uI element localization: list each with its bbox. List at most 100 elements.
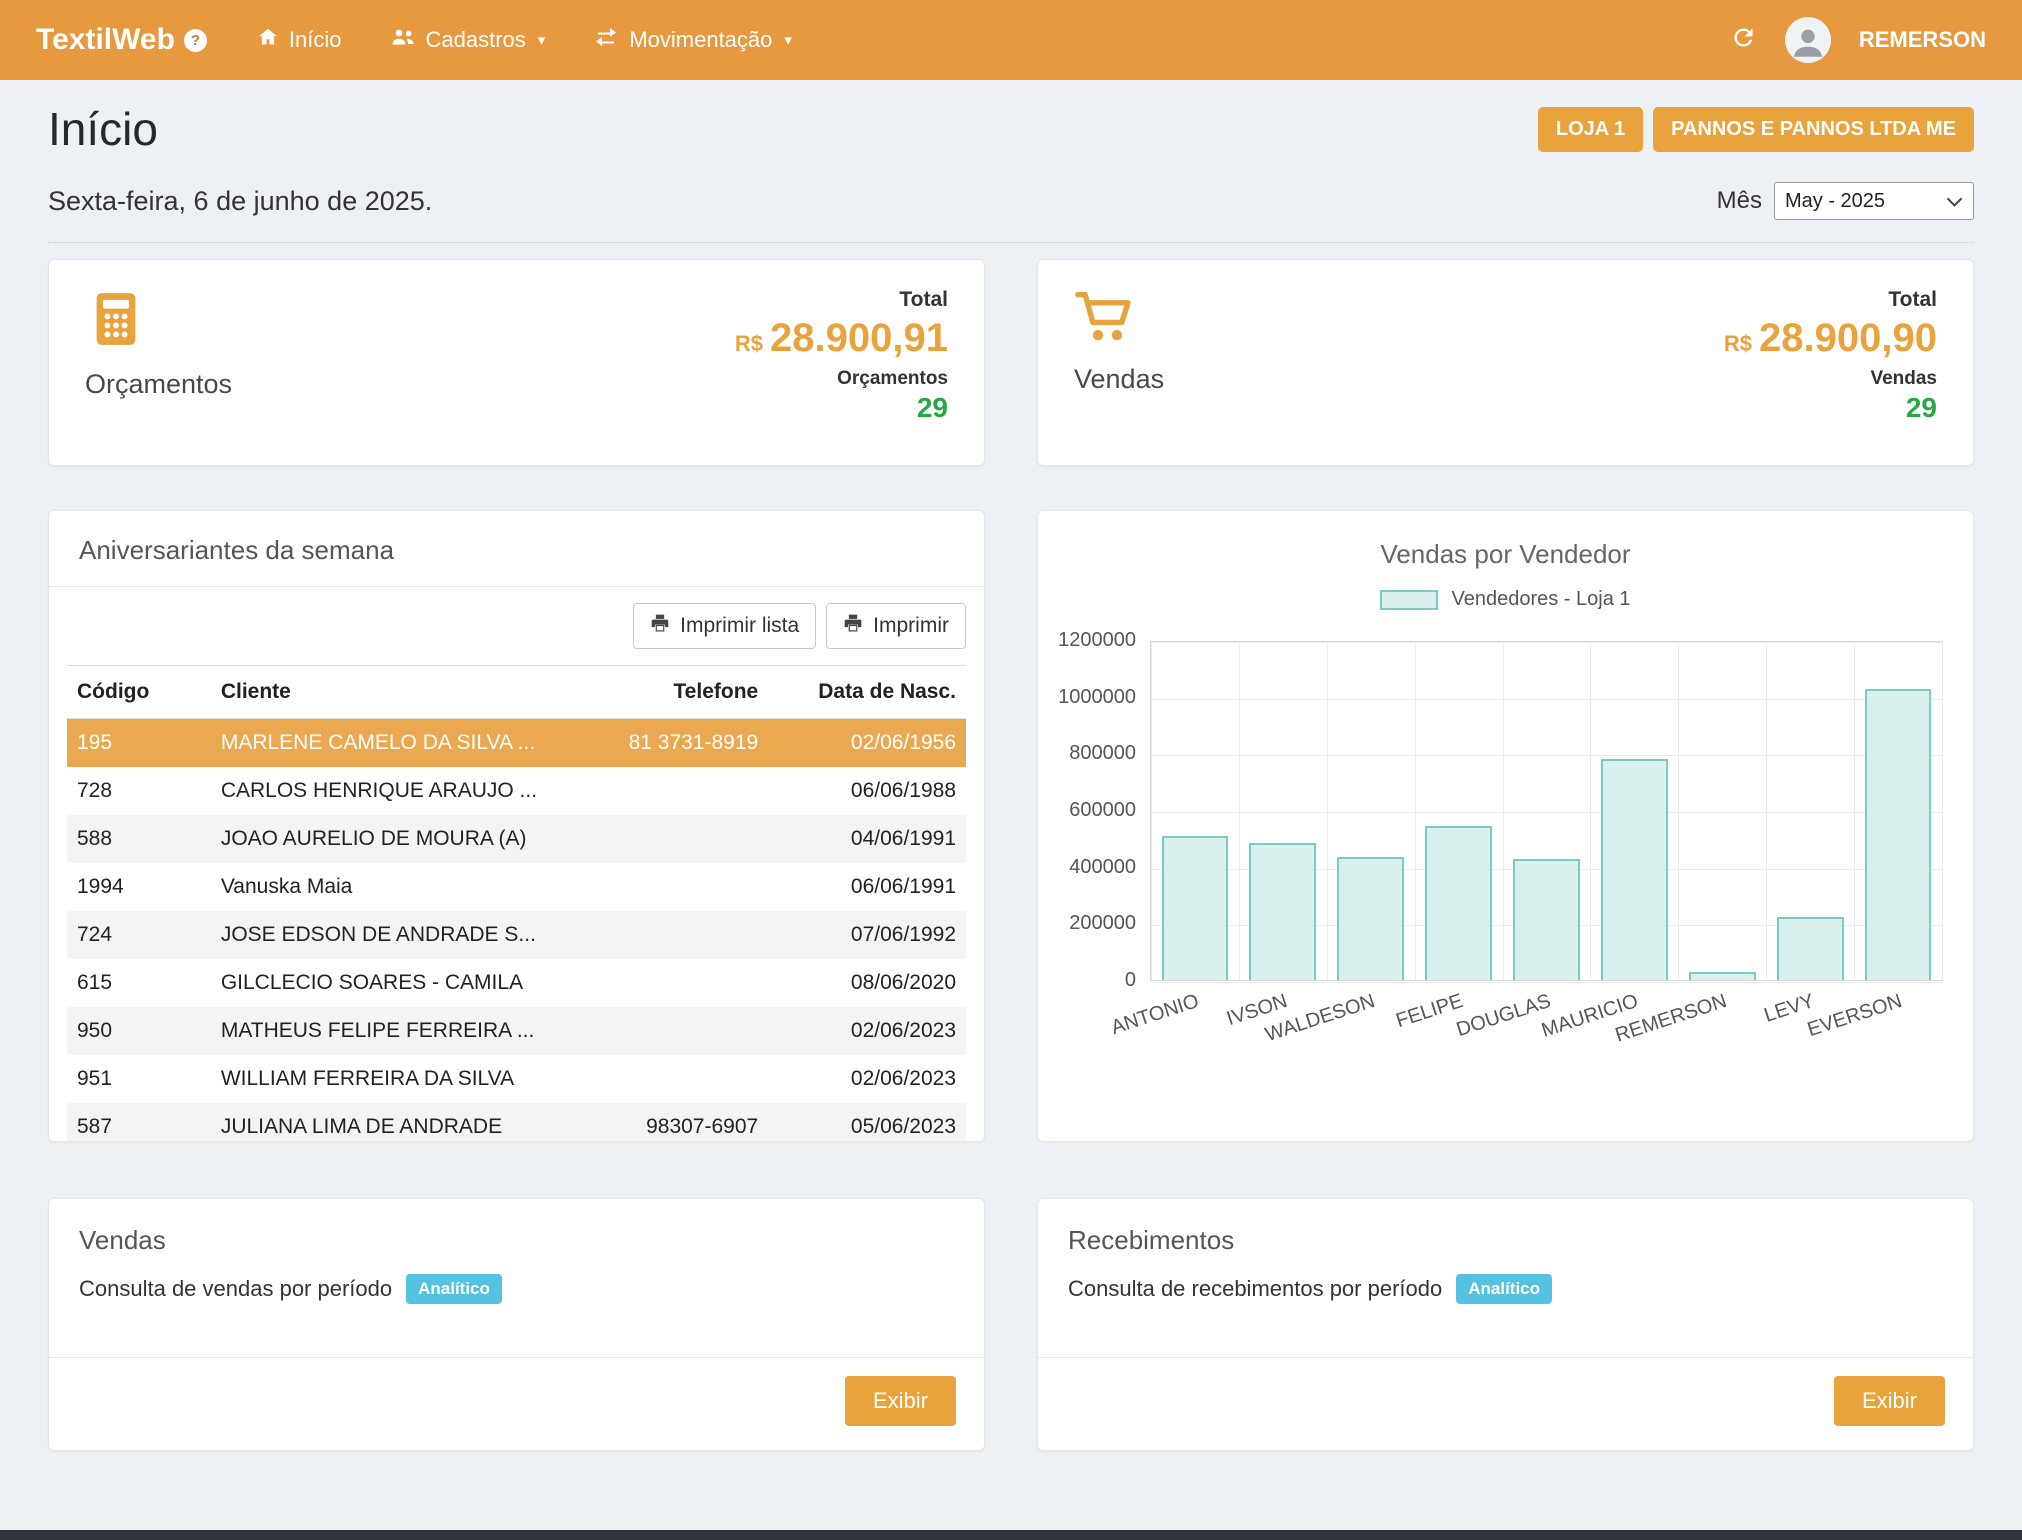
birthdays-card: Aniversariantes da semana Imprimir lista… (48, 510, 985, 1142)
chart-title: Vendas por Vendedor (1038, 539, 1973, 570)
brand-text: TextilWeb (36, 23, 175, 57)
table-row[interactable]: 1994Vanuska Maia06/06/1991 (67, 863, 966, 911)
bar-mauricio (1601, 759, 1668, 980)
bar-levy (1777, 917, 1844, 980)
total-label: Total (899, 288, 948, 312)
total-amount: R$28.900,90 (1724, 317, 1937, 359)
card-description: Consulta de recebimentos por período (1068, 1276, 1442, 1302)
x-tick-label: EVERSON (1805, 990, 1905, 1042)
card-title: Vendas (49, 1199, 984, 1256)
current-date: Sexta-feira, 6 de junho de 2025. (48, 186, 432, 217)
brand[interactable]: TextilWeb ? (36, 23, 207, 57)
table-row[interactable]: 728CARLOS HENRIQUE ARAUJO ...06/06/1988 (67, 767, 966, 815)
print-list-button[interactable]: Imprimir lista (633, 603, 816, 649)
cell-telefone (588, 863, 768, 911)
gridline (1327, 642, 1328, 980)
cell-codigo: 951 (67, 1055, 211, 1103)
gridline (1590, 642, 1591, 980)
gridline (1151, 699, 1942, 700)
x-tick-label: ANTONIO (1109, 990, 1202, 1040)
card-description: Consulta de vendas por período (79, 1276, 392, 1302)
company-button[interactable]: PANNOS E PANNOS LTDA ME (1653, 107, 1974, 152)
person-icon (1789, 22, 1827, 63)
nav-item-inicio[interactable]: Início (257, 26, 342, 54)
help-icon[interactable]: ? (184, 29, 207, 52)
cell-nascimento: 02/06/2023 (768, 1055, 966, 1103)
table-row[interactable]: 195MARLENE CAMELO DA SILVA ...81 3731-89… (67, 719, 966, 768)
y-tick-label: 400000 (1069, 856, 1136, 879)
cell-telefone (588, 911, 768, 959)
gridline (1239, 642, 1240, 980)
birthday-table-body: 195MARLENE CAMELO DA SILVA ...81 3731-89… (67, 719, 966, 1143)
store-button[interactable]: LOJA 1 (1538, 107, 1643, 152)
gridline (1151, 982, 1942, 983)
sales-chart-card: Vendas por Vendedor Vendedores - Loja 1 … (1037, 510, 1974, 1142)
gridline (1151, 812, 1942, 813)
cell-nascimento: 02/06/2023 (768, 1007, 966, 1055)
cell-telefone (588, 815, 768, 863)
exibir-receipts-button[interactable]: Exibir (1834, 1376, 1945, 1426)
nav-label: Movimentação (629, 27, 772, 53)
y-tick-label: 800000 (1069, 742, 1136, 765)
table-row[interactable]: 587JULIANA LIMA DE ANDRADE98307-690705/0… (67, 1103, 966, 1142)
gridline (1766, 642, 1767, 980)
nav-item-movimentacao[interactable]: Movimentação ▾ (593, 27, 792, 53)
cell-nascimento: 08/06/2020 (768, 959, 966, 1007)
chart-plot: ANTONIOIVSONWALDESONFELIPEDOUGLASMAURICI… (1150, 641, 1943, 981)
cell-codigo: 615 (67, 959, 211, 1007)
cell-nascimento: 02/06/1956 (768, 719, 966, 768)
birthday-table: Código Cliente Telefone Data de Nasc. 19… (67, 665, 966, 1142)
card-label: Orçamentos (85, 369, 232, 400)
chart-area: 020000040000060000080000010000001200000 … (1050, 641, 1943, 981)
main-nav: Início Cadastros ▾ Movimentação ▾ (257, 26, 792, 54)
table-row[interactable]: 615GILCLECIO SOARES - CAMILA 08/06/2020 (67, 959, 966, 1007)
x-tick-label: DOUGLAS (1453, 990, 1553, 1042)
month-select-wrap: May - 2025 (1774, 182, 1974, 220)
table-row[interactable]: 588JOAO AURELIO DE MOURA (A)04/06/1991 (67, 815, 966, 863)
table-row[interactable]: 950MATHEUS FELIPE FERREIRA ...02/06/2023 (67, 1007, 966, 1055)
sales-summary-card: Vendas Total R$28.900,90 Vendas 29 (1037, 259, 1974, 466)
printer-icon (843, 613, 863, 639)
user-avatar[interactable] (1785, 17, 1831, 63)
user-name[interactable]: REMERSON (1859, 27, 1986, 53)
count-value: 29 (1906, 392, 1937, 424)
table-header-row: Código Cliente Telefone Data de Nasc. (67, 666, 966, 719)
nav-label: Início (289, 27, 342, 53)
gridline (1942, 642, 1943, 980)
y-tick-label: 1000000 (1058, 686, 1136, 709)
chart-legend[interactable]: Vendedores - Loja 1 (1038, 588, 1973, 611)
currency: R$ (1724, 331, 1752, 356)
cell-codigo: 195 (67, 719, 211, 768)
cell-cliente: MARLENE CAMELO DA SILVA ... (211, 719, 589, 768)
cell-cliente: GILCLECIO SOARES - CAMILA (211, 959, 589, 1007)
budgets-summary-card: Orçamentos Total R$28.900,91 Orçamentos … (48, 259, 985, 466)
chevron-down-icon: ▾ (784, 31, 792, 49)
cell-telefone (588, 767, 768, 815)
chart-y-axis: 020000040000060000080000010000001200000 (1050, 641, 1150, 981)
month-select[interactable]: May - 2025 (1774, 182, 1974, 220)
cell-cliente: Vanuska Maia (211, 863, 589, 911)
gridline (1854, 642, 1855, 980)
print-button[interactable]: Imprimir (826, 603, 966, 649)
refresh-icon[interactable] (1730, 24, 1757, 56)
cell-nascimento: 04/06/1991 (768, 815, 966, 863)
count-label: Orçamentos (837, 368, 948, 390)
bar-antonio (1162, 836, 1229, 980)
currency: R$ (735, 331, 763, 356)
card-label: Vendas (1074, 364, 1164, 395)
nav-item-cadastros[interactable]: Cadastros ▾ (390, 26, 546, 54)
cell-nascimento: 07/06/1992 (768, 911, 966, 959)
bar-everson (1865, 689, 1932, 980)
table-row[interactable]: 724JOSE EDSON DE ANDRADE S...07/06/1992 (67, 911, 966, 959)
legend-label: Vendedores - Loja 1 (1451, 588, 1630, 611)
bar-ivson (1249, 843, 1316, 980)
cell-nascimento: 06/06/1988 (768, 767, 966, 815)
exibir-sales-button[interactable]: Exibir (845, 1376, 956, 1426)
cell-cliente: CARLOS HENRIQUE ARAUJO ... (211, 767, 589, 815)
gridline (1503, 642, 1504, 980)
y-tick-label: 1200000 (1058, 629, 1136, 652)
y-tick-label: 0 (1125, 969, 1136, 992)
table-row[interactable]: 951WILLIAM FERREIRA DA SILVA02/06/2023 (67, 1055, 966, 1103)
sales-report-card: Vendas Consulta de vendas por período An… (48, 1198, 985, 1451)
cell-telefone (588, 1007, 768, 1055)
